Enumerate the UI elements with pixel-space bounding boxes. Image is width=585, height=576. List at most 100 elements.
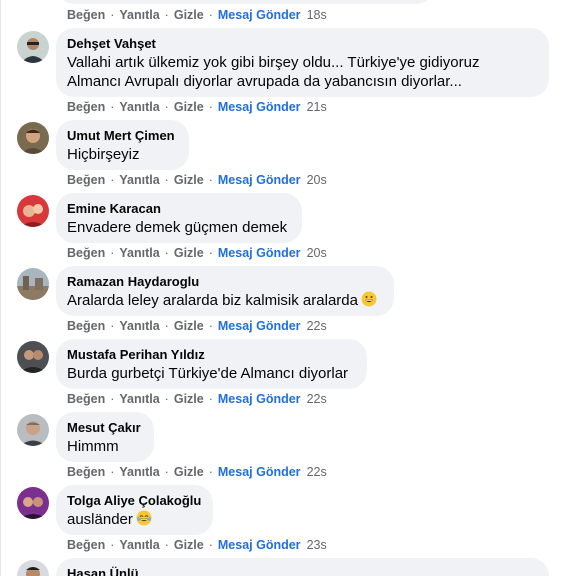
- comment-time[interactable]: 21s: [307, 100, 327, 114]
- avatar[interactable]: [17, 268, 49, 300]
- like-button[interactable]: Beğen: [67, 538, 105, 552]
- comment-bubble: Tolga Aliye Çolakoğlu ausländer: [56, 485, 213, 535]
- grinning-face-emoji: [361, 291, 377, 307]
- avatar[interactable]: [17, 341, 49, 373]
- hide-button[interactable]: Gizle: [174, 392, 204, 406]
- comment-actions: Beğen · Yanıtla · Gizle · Mesaj Gönder 2…: [67, 172, 327, 188]
- separator: ·: [110, 465, 115, 479]
- send-message-button[interactable]: Mesaj Gönder: [218, 246, 301, 260]
- separator: ·: [164, 100, 169, 114]
- hide-button[interactable]: Gizle: [174, 465, 204, 479]
- separator: ·: [208, 246, 213, 260]
- separator: ·: [164, 538, 169, 552]
- reply-button[interactable]: Yanıtla: [119, 465, 159, 479]
- comment-author[interactable]: Emine Karacan: [67, 201, 290, 217]
- avatar[interactable]: [17, 195, 49, 227]
- thread-left-border: [0, 0, 1, 576]
- reply-button[interactable]: Yanıtla: [119, 392, 159, 406]
- comment-time[interactable]: 22s: [307, 465, 327, 479]
- comment-time[interactable]: 22s: [307, 392, 327, 406]
- comment-author[interactable]: Ramazan Haydaroglu: [67, 274, 382, 290]
- like-button[interactable]: Beğen: [67, 100, 105, 114]
- separator: ·: [164, 246, 169, 260]
- reply-button[interactable]: Yanıtla: [119, 8, 159, 22]
- comment-bubble: Dehşet Vahşet Vallahi artık ülkemiz yok …: [56, 28, 549, 97]
- hide-button[interactable]: Gizle: [174, 319, 204, 333]
- comment-text-line: Vallahi artık ülkemiz yok gibi birşey ol…: [67, 54, 480, 71]
- comment-actions-0: Beğen · Yanıtla · Gizle · Mesaj Gönder 1…: [67, 7, 327, 23]
- comment-time[interactable]: 20s: [307, 246, 327, 260]
- comment-author[interactable]: Hasan Ünlü: [67, 566, 537, 576]
- comment-text: Aralarda leley aralarda biz kalmisik ara…: [67, 292, 358, 309]
- comment-time[interactable]: 20s: [307, 173, 327, 187]
- reply-button[interactable]: Yanıtla: [119, 538, 159, 552]
- separator: ·: [208, 8, 213, 22]
- tears-of-joy-emoji: [136, 510, 152, 526]
- hide-button[interactable]: Gizle: [174, 538, 204, 552]
- separator: ·: [110, 319, 115, 333]
- send-message-button[interactable]: Mesaj Gönder: [218, 392, 301, 406]
- comment-actions: Beğen · Yanıtla · Gizle · Mesaj Gönder 2…: [67, 537, 327, 553]
- separator: ·: [164, 465, 169, 479]
- separator: ·: [110, 100, 115, 114]
- separator: ·: [208, 173, 213, 187]
- comment-bubble: Emine Karacan Envadere demek güçmen deme…: [56, 193, 302, 243]
- comment-actions: Beğen · Yanıtla · Gizle · Mesaj Gönder 2…: [67, 464, 327, 480]
- hide-button[interactable]: Gizle: [174, 100, 204, 114]
- separator: ·: [110, 538, 115, 552]
- hide-button[interactable]: Gizle: [174, 173, 204, 187]
- comment-author[interactable]: Dehşet Vahşet: [67, 36, 537, 52]
- previous-comment-bubble: [56, 0, 434, 4]
- send-message-button[interactable]: Mesaj Gönder: [218, 8, 301, 22]
- like-button[interactable]: Beğen: [67, 246, 105, 260]
- comment-text-line: Himmm: [67, 438, 119, 455]
- like-button[interactable]: Beğen: [67, 173, 105, 187]
- separator: ·: [164, 392, 169, 406]
- comment-actions: Beğen · Yanıtla · Gizle · Mesaj Gönder 2…: [67, 391, 327, 407]
- send-message-button[interactable]: Mesaj Gönder: [218, 100, 301, 114]
- comment-text-line: Burda gurbetçi Türkiye'de Almancı diyorl…: [67, 365, 349, 382]
- comment-text-line: Aralarda leley aralarda biz kalmisik ara…: [67, 291, 382, 310]
- hide-button[interactable]: Gizle: [174, 8, 204, 22]
- separator: ·: [164, 8, 169, 22]
- comment-time[interactable]: 23s: [307, 538, 327, 552]
- separator: ·: [208, 465, 213, 479]
- separator: ·: [164, 173, 169, 187]
- avatar[interactable]: [17, 31, 49, 63]
- separator: ·: [208, 538, 213, 552]
- like-button[interactable]: Beğen: [67, 392, 105, 406]
- avatar[interactable]: [17, 122, 49, 154]
- avatar[interactable]: [17, 414, 49, 446]
- like-button[interactable]: Beğen: [67, 465, 105, 479]
- like-button[interactable]: Beğen: [67, 8, 105, 22]
- comment-author[interactable]: Umut Mert Çimen: [67, 128, 177, 144]
- send-message-button[interactable]: Mesaj Gönder: [218, 173, 301, 187]
- comment-author[interactable]: Mustafa Perihan Yıldız: [67, 347, 355, 363]
- send-message-button[interactable]: Mesaj Gönder: [218, 538, 301, 552]
- separator: ·: [208, 100, 213, 114]
- separator: ·: [110, 246, 115, 260]
- send-message-button[interactable]: Mesaj Gönder: [218, 465, 301, 479]
- reply-button[interactable]: Yanıtla: [119, 246, 159, 260]
- comment-text-line: ausländer: [67, 510, 201, 529]
- comment-text-line: Almancı Avrupalı diyorlar avrupada da ya…: [67, 73, 462, 90]
- avatar[interactable]: [17, 560, 49, 576]
- separator: ·: [164, 319, 169, 333]
- separator: ·: [208, 392, 213, 406]
- reply-button[interactable]: Yanıtla: [119, 173, 159, 187]
- separator: ·: [110, 8, 115, 22]
- comment-bubble: Ramazan Haydaroglu Aralarda leley aralar…: [56, 266, 394, 316]
- comment-bubble: Umut Mert Çimen Hiçbirşeyiz: [56, 120, 189, 170]
- comment-author[interactable]: Tolga Aliye Çolakoğlu: [67, 493, 201, 509]
- like-button[interactable]: Beğen: [67, 319, 105, 333]
- comment-actions: Beğen · Yanıtla · Gizle · Mesaj Gönder 2…: [67, 99, 327, 115]
- comment-time[interactable]: 22s: [307, 319, 327, 333]
- avatar[interactable]: [17, 487, 49, 519]
- send-message-button[interactable]: Mesaj Gönder: [218, 319, 301, 333]
- comment-text: ausländer: [67, 511, 133, 528]
- reply-button[interactable]: Yanıtla: [119, 100, 159, 114]
- comment-time[interactable]: 18s: [307, 8, 327, 22]
- reply-button[interactable]: Yanıtla: [119, 319, 159, 333]
- hide-button[interactable]: Gizle: [174, 246, 204, 260]
- comment-author[interactable]: Mesut Çakır: [67, 420, 142, 436]
